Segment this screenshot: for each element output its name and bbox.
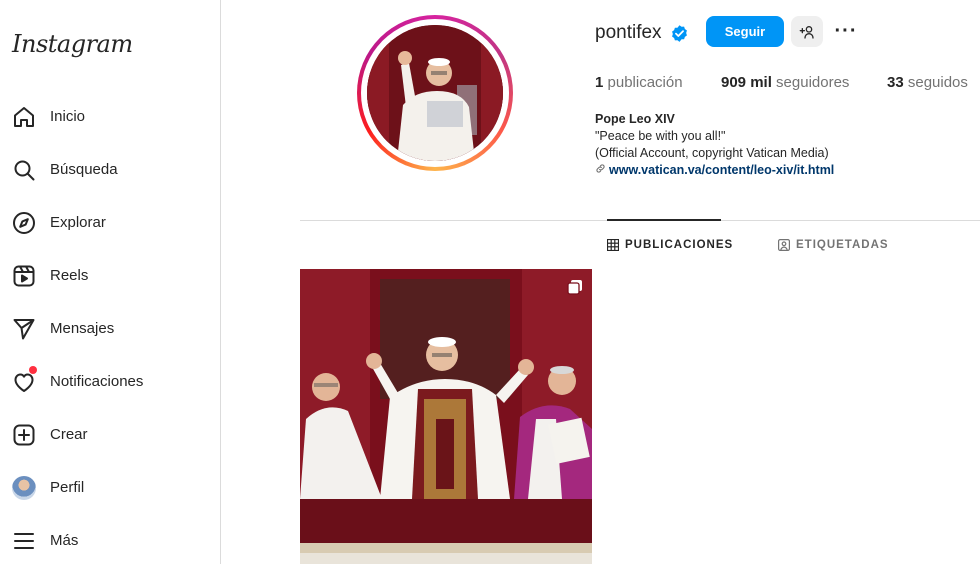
carousel-icon [567,279,583,295]
link-icon [595,163,609,177]
sidebar-item-label: Inicio [50,108,86,125]
instagram-logo[interactable]: Instagram [12,30,133,58]
menu-icon [12,529,36,553]
post-thumbnail[interactable] [300,269,592,564]
stat-posts: 1 publicación [595,74,683,91]
sidebar-item-label: Reels [50,267,89,284]
profile-picture[interactable] [357,15,513,171]
follow-button[interactable]: Seguir [706,16,784,47]
tab-publicaciones[interactable]: PUBLICACIONES [607,239,733,251]
reels-icon [12,264,36,288]
tagged-icon [778,239,790,251]
home-icon [12,105,36,129]
sidebar-item-label: Búsqueda [50,161,118,178]
add-person-icon [799,25,814,39]
sidebar-item-label: Notificaciones [50,373,144,390]
grid-icon [607,239,619,251]
stat-following[interactable]: 33 seguidos [887,74,968,91]
sidebar-item-perfil[interactable]: Perfil [0,466,220,510]
sidebar-item-explorar[interactable]: Explorar [0,201,220,245]
sidebar-item-busqueda[interactable]: Búsqueda [0,148,220,192]
more-options-icon[interactable]: ··· [834,18,858,44]
stat-followers[interactable]: 909 mil seguidores [721,74,849,91]
tab-etiquetadas[interactable]: ETIQUETADAS [778,239,889,251]
sidebar-item-mensajes[interactable]: Mensajes [0,307,220,351]
bio-text: (Official Account, copyright Vatican Med… [595,146,829,160]
sidebar-item-crear[interactable]: Crear [0,413,220,457]
sidebar-item-label: Más [50,532,79,549]
search-icon [12,158,36,182]
sidebar-item-label: Perfil [50,479,85,496]
active-tab-indicator [607,219,721,221]
sidebar-item-label: Mensajes [50,320,115,337]
sidebar-item-label: Explorar [50,214,106,231]
post-image [300,269,592,564]
profile-photo [367,25,503,161]
sidebar-item-mas[interactable]: Más [0,519,220,563]
compass-icon [12,211,36,235]
sidebar-item-notificaciones[interactable]: Notificaciones [0,360,220,404]
suggest-similar-button[interactable] [791,16,823,47]
sidebar-item-label: Crear [50,426,88,443]
sidebar-item-inicio[interactable]: Inicio [0,95,220,139]
verified-badge-icon [670,24,689,43]
send-icon [12,317,36,341]
sidebar-item-reels[interactable]: Reels [0,254,220,298]
plus-square-icon [12,423,36,447]
sidebar: Instagram Inicio Búsqueda Explorar Reels… [0,0,221,564]
bio-link[interactable]: www.vatican.va/content/leo-xiv/it.html [595,163,834,177]
avatar [12,476,36,500]
notification-dot [29,366,37,374]
bio-name: Pope Leo XIV [595,112,675,126]
bio-text: "Peace be with you all!" [595,129,726,143]
profile-username: pontifex [595,22,662,43]
